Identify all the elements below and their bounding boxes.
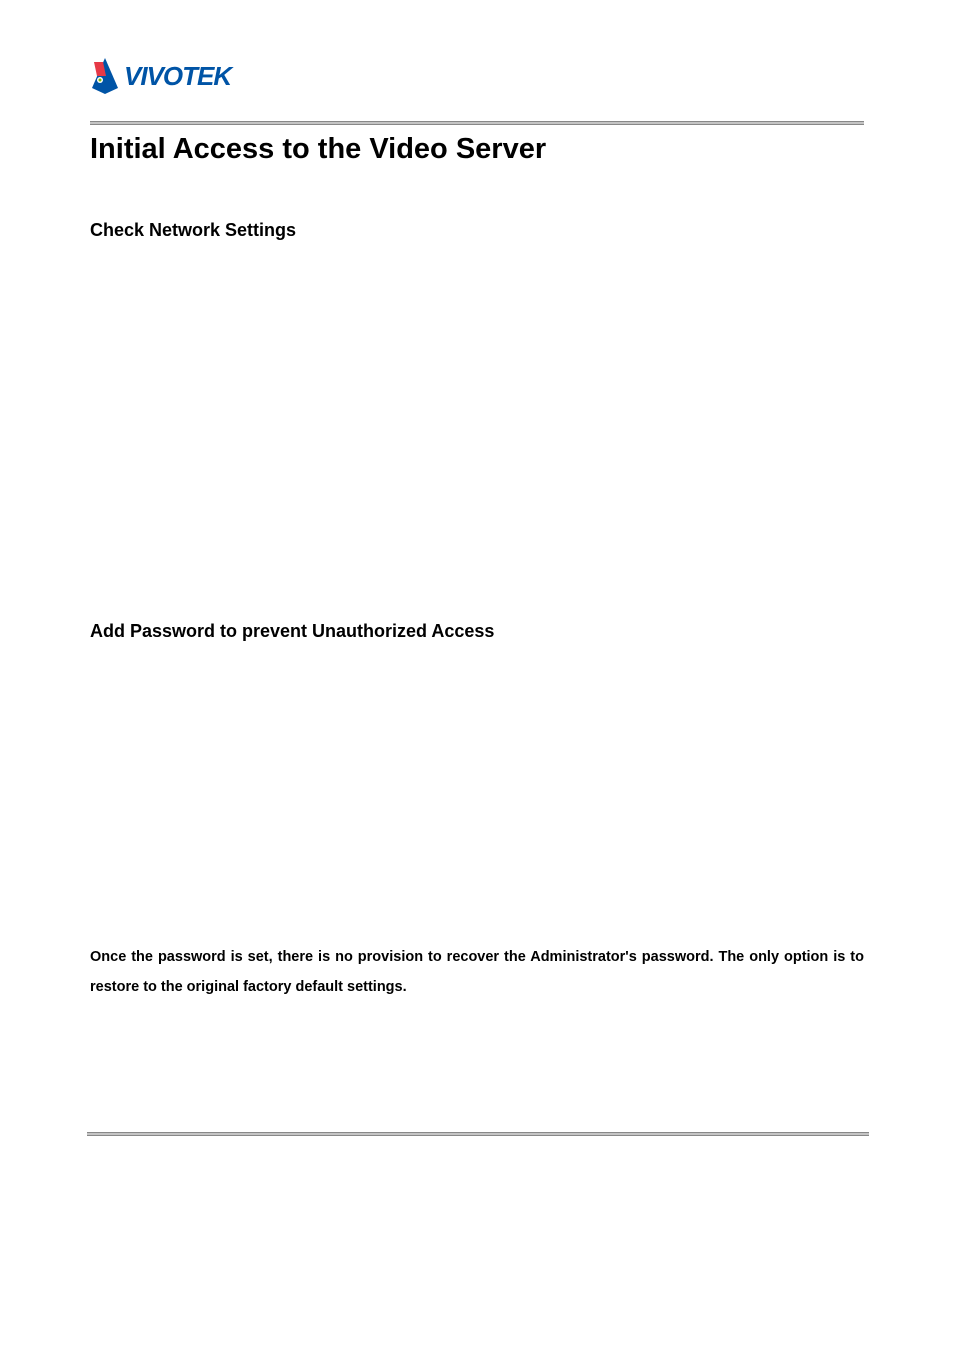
section-network-settings: Check Network Settings — [90, 220, 864, 241]
brand-logo: VIVOTEK — [90, 58, 231, 94]
logo-area: VIVOTEK — [90, 58, 864, 99]
brand-name: VIVOTEK — [124, 61, 231, 92]
page-title: Initial Access to the Video Server — [90, 133, 864, 166]
footer-divider — [87, 1132, 869, 1136]
header-divider — [90, 121, 864, 125]
warning-paragraph: Once the password is set, there is no pr… — [90, 942, 864, 1003]
section-title-network: Check Network Settings — [90, 220, 864, 241]
section-title-password: Add Password to prevent Unauthorized Acc… — [90, 621, 864, 642]
logo-mark-icon — [90, 58, 120, 94]
page-container: VIVOTEK Initial Access to the Video Serv… — [0, 0, 954, 1003]
section-password: Add Password to prevent Unauthorized Acc… — [90, 621, 864, 642]
